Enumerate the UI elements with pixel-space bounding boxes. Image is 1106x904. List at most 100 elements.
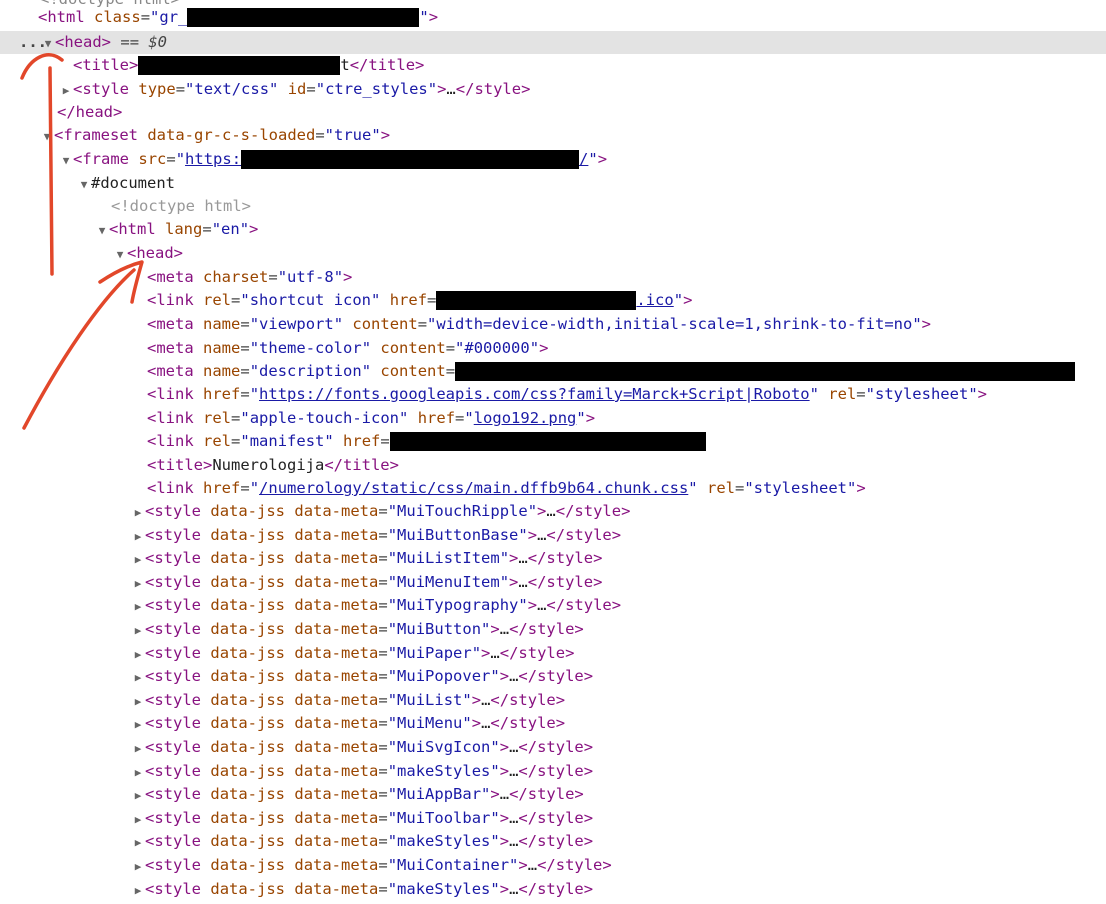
collapsed-triangle-icon[interactable]: ▶ xyxy=(131,548,145,571)
style-tag: style xyxy=(154,879,202,898)
style-jss-row[interactable]: ▶ <style data-jss data-meta="MuiMenu">…</… xyxy=(0,712,1106,735)
style-jss-row[interactable]: ▶ <style data-jss data-meta="MuiMenuItem"… xyxy=(0,571,1106,594)
expand-triangle-icon[interactable]: ▼ xyxy=(59,149,73,172)
data-jss-attr: data-jss xyxy=(210,738,286,756)
style-jss-row[interactable]: ▶ <style data-jss data-meta="makeStyles">… xyxy=(0,830,1106,853)
data-jss-attr: data-jss xyxy=(210,502,286,520)
collapsed-triangle-icon[interactable]: ▶ xyxy=(131,737,145,760)
style-jss-row[interactable]: ▶ <style data-jss data-meta="makeStyles">… xyxy=(0,760,1106,783)
outer-title-row[interactable]: <title> t</title> xyxy=(0,54,1106,77)
title-tag: title xyxy=(82,56,130,74)
style-close-tag: style xyxy=(537,832,584,851)
theme-content: #000000 xyxy=(464,339,530,357)
data-meta-attr: data-meta xyxy=(294,502,379,520)
data-meta-value: MuiSvgIcon xyxy=(397,738,491,756)
style-jss-row[interactable]: ▶ <style data-jss data-meta="MuiAppBar">…… xyxy=(0,783,1106,806)
style-close-tag: style xyxy=(537,879,584,898)
style-tag: style xyxy=(154,856,202,874)
data-jss-attr: data-jss xyxy=(210,596,286,615)
fonts-href-link[interactable]: https://fonts.googleapis.com/css?family=… xyxy=(259,385,810,403)
redaction-block xyxy=(455,362,1076,381)
inner-head-tag: head xyxy=(136,244,174,262)
document-row[interactable]: ▼ #document xyxy=(0,172,1106,195)
link-main-css-row[interactable]: <link href="/numerology/static/css/main.… xyxy=(0,477,1106,500)
style-jss-row[interactable]: ▶ <style data-jss data-meta="MuiToolbar">… xyxy=(0,807,1106,830)
collapsed-triangle-icon[interactable]: ▶ xyxy=(131,643,145,666)
main-css-link[interactable]: /numerology/static/css/main.dffb9b64.chu… xyxy=(259,479,688,497)
style-jss-row[interactable]: ▶ <style data-jss data-meta="MuiList">…</… xyxy=(0,689,1106,712)
apple-href-link[interactable]: logo192.png xyxy=(474,409,577,427)
style-tag: style xyxy=(154,832,202,851)
expand-triangle-icon[interactable]: ▼ xyxy=(113,243,127,266)
frame-tag: frame xyxy=(82,150,130,168)
collapsed-triangle-icon[interactable]: ▶ xyxy=(59,79,73,102)
collapsed-triangle-icon[interactable]: ▶ xyxy=(131,525,145,548)
data-meta-value: makeStyles xyxy=(397,879,491,898)
frame-row[interactable]: ▼ <frame src="https:/"> xyxy=(0,148,1106,171)
style-type-attr: type xyxy=(138,80,176,98)
collapsed-triangle-icon[interactable]: ▶ xyxy=(131,831,145,854)
collapsed-triangle-icon[interactable]: ▶ xyxy=(131,690,145,713)
collapsed-triangle-icon[interactable]: ▶ xyxy=(131,784,145,807)
expand-triangle-icon[interactable]: ▼ xyxy=(41,32,55,55)
frameset-row[interactable]: ▼ <frameset data-gr-c-s-loaded="true"> xyxy=(0,124,1106,147)
expand-triangle-icon[interactable]: ▼ xyxy=(40,125,54,148)
meta-content-attr: content xyxy=(352,315,418,333)
style-jss-row[interactable]: ▶ <style data-jss data-meta="MuiTouchRipp… xyxy=(0,500,1106,523)
collapsed-triangle-icon[interactable]: ▶ xyxy=(131,879,145,902)
meta-theme-row[interactable]: <meta name="theme-color" content="#00000… xyxy=(0,337,1106,360)
data-jss-attr: data-jss xyxy=(210,832,286,851)
data-jss-attr: data-jss xyxy=(210,572,286,591)
meta-charset-row[interactable]: <meta charset="utf-8"> xyxy=(0,266,1106,289)
style-jss-row[interactable]: ▶ <style data-jss data-meta="MuiPopover">… xyxy=(0,665,1106,688)
link-href-attr: href xyxy=(203,479,241,497)
style-jss-row[interactable]: ▶ <style data-jss data-meta="MuiListItem"… xyxy=(0,547,1106,570)
link-manifest-row[interactable]: <link rel="manifest" href= xyxy=(0,430,1106,453)
outer-style-row[interactable]: ▶ <style type="text/css" id="ctre_styles"… xyxy=(0,78,1106,101)
elements-tree: <!doctype html> <html class="gr_"> ... ▼… xyxy=(0,0,1106,904)
expand-triangle-icon[interactable]: ▼ xyxy=(77,173,91,196)
collapsed-triangle-icon[interactable]: ▶ xyxy=(131,595,145,618)
style-jss-row[interactable]: ▶ <style data-jss data-meta="MuiButtonBas… xyxy=(0,524,1106,547)
redaction-block xyxy=(241,150,580,169)
html-class-prefix: gr_ xyxy=(159,8,188,26)
meta-viewport-row[interactable]: <meta name="viewport" content="width=dev… xyxy=(0,313,1106,336)
collapsed-triangle-icon[interactable]: ▶ xyxy=(131,501,145,524)
style-jss-row[interactable]: ▶ <style data-jss data-meta="MuiContainer… xyxy=(0,854,1106,877)
link-icon-row[interactable]: <link rel="shortcut icon" href= .ico"> xyxy=(0,289,1106,312)
style-jss-row[interactable]: ▶ <style data-jss data-meta="makeStyles">… xyxy=(0,878,1106,901)
collapsed-triangle-icon[interactable]: ▶ xyxy=(131,761,145,784)
style-jss-row[interactable]: ▶ <style data-jss data-meta="MuiTypograph… xyxy=(0,594,1106,617)
collapsed-triangle-icon[interactable]: ▶ xyxy=(131,666,145,689)
style-close-tag: style xyxy=(474,80,522,98)
head-close-row[interactable]: </head> xyxy=(0,101,1106,124)
collapsed-triangle-icon[interactable]: ▶ xyxy=(131,619,145,642)
link-fonts-row[interactable]: <link href="https://fonts.googleapis.com… xyxy=(0,383,1106,406)
collapsed-triangle-icon[interactable]: ▶ xyxy=(131,713,145,736)
html-class-attr: class xyxy=(94,8,141,26)
style-jss-row[interactable]: ▶ <style data-jss data-meta="MuiPaper">…<… xyxy=(0,642,1106,665)
inner-doctype-row[interactable]: <!doctype html> xyxy=(0,195,1106,218)
meta-description-row[interactable]: <meta name="description" content= xyxy=(0,360,1106,383)
frame-src-link[interactable]: https: xyxy=(185,150,241,168)
data-meta-value: MuiToolbar xyxy=(397,808,491,827)
style-close-tag: style xyxy=(546,549,594,568)
collapsed-triangle-icon[interactable]: ▶ xyxy=(131,855,145,878)
inner-html-row[interactable]: ▼ <html lang="en"> xyxy=(0,218,1106,241)
expand-triangle-icon[interactable]: ▼ xyxy=(95,219,109,242)
inner-title-row[interactable]: <title>Numerologija</title> xyxy=(0,454,1106,477)
style-jss-row[interactable]: ▶ <style data-jss data-meta="MuiButton">…… xyxy=(0,618,1106,641)
style-close-tag: style xyxy=(555,856,603,874)
inner-lang-val: en xyxy=(221,220,240,238)
frame-src-suffix[interactable]: / xyxy=(579,150,588,168)
inner-head-row[interactable]: ▼ <head> xyxy=(0,242,1106,265)
link-ico-suffix[interactable]: .ico xyxy=(636,291,673,309)
data-meta-attr: data-meta xyxy=(294,761,379,780)
data-meta-value: MuiMenuItem xyxy=(397,572,500,591)
html-node-row[interactable]: <html class="gr_ "> xyxy=(0,6,1106,29)
head-node-row-selected[interactable]: ... ▼ <head> == $0 xyxy=(0,31,1106,54)
link-apple-row[interactable]: <link rel="apple-touch-icon" href="logo1… xyxy=(0,407,1106,430)
style-jss-row[interactable]: ▶ <style data-jss data-meta="MuiSvgIcon">… xyxy=(0,736,1106,759)
collapsed-triangle-icon[interactable]: ▶ xyxy=(131,808,145,831)
collapsed-triangle-icon[interactable]: ▶ xyxy=(131,572,145,595)
